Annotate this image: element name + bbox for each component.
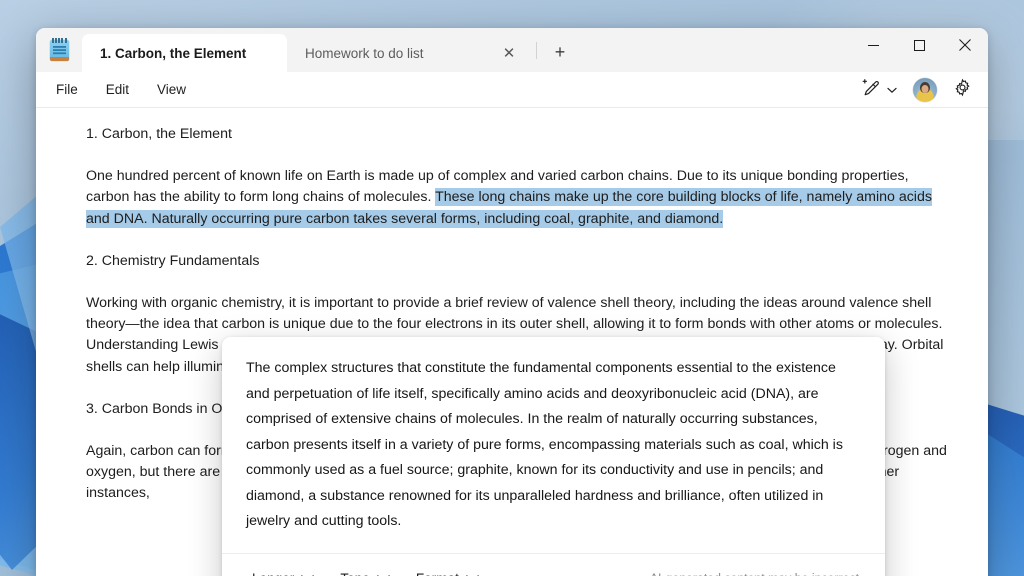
menu-view[interactable]: View (143, 77, 200, 102)
menu-file[interactable]: File (42, 77, 92, 102)
notepad-icon (36, 28, 82, 72)
menu-edit[interactable]: Edit (92, 77, 143, 102)
doc-heading-2: 2. Chemistry Fundamentals (86, 252, 260, 269)
ai-rewrite-button[interactable] (855, 75, 903, 105)
ai-rewrite-icon (861, 78, 880, 102)
option-longer-label: Longer (252, 571, 294, 576)
window-titlebar: 1. Carbon, the Element Homework to do li… (36, 28, 988, 72)
window-controls (850, 28, 988, 72)
ai-rewrite-popup: The complex structures that constitute t… (222, 337, 885, 576)
menu-bar: File Edit View (36, 72, 988, 108)
maximize-icon[interactable] (896, 28, 942, 62)
new-tab-icon[interactable]: + (545, 37, 575, 67)
ai-popup-options-row: Longer Tone Format AI-generated content … (222, 552, 885, 576)
ai-generated-text: The complex structures that constitute t… (246, 360, 843, 529)
close-icon[interactable] (942, 28, 988, 62)
tab-label: 1. Carbon, the Element (100, 45, 247, 61)
gear-icon (953, 78, 972, 102)
tab-carbon-the-element[interactable]: 1. Carbon, the Element (82, 34, 287, 72)
chevron-down-icon (301, 568, 315, 576)
tab-label: Homework to do list (305, 45, 424, 61)
tab-close-icon[interactable]: ✕ (498, 42, 520, 64)
option-tone-label: Tone (340, 571, 369, 576)
menu-bar-right-group (855, 75, 978, 105)
tab-strip: 1. Carbon, the Element Homework to do li… (82, 28, 850, 72)
tab-separator (536, 41, 537, 59)
chevron-down-icon (887, 81, 897, 99)
ai-popup-body: The complex structures that constitute t… (222, 337, 885, 541)
option-tone[interactable]: Tone (332, 566, 395, 576)
notepad-window: 1. Carbon, the Element Homework to do li… (36, 28, 988, 576)
doc-paragraph-1: One hundred percent of known life on Ear… (86, 166, 954, 230)
desktop-background: 1. Carbon, the Element Homework to do li… (0, 0, 1024, 576)
chevron-down-icon (466, 568, 479, 576)
chevron-down-icon (376, 568, 390, 576)
ai-disclaimer-text: AI-generated content may be incorrect (650, 571, 863, 576)
tab-homework-to-do-list[interactable]: Homework to do list ✕ (287, 34, 534, 72)
user-avatar[interactable] (913, 77, 937, 102)
settings-button[interactable] (947, 75, 978, 105)
option-format-label: Format (416, 571, 459, 576)
minimize-icon[interactable] (850, 28, 896, 62)
option-longer[interactable]: Longer (244, 566, 320, 576)
document-body[interactable]: 1. Carbon, the Element One hundred perce… (36, 108, 988, 576)
doc-heading-1: 1. Carbon, the Element (86, 126, 232, 142)
option-format[interactable]: Format (408, 566, 485, 576)
